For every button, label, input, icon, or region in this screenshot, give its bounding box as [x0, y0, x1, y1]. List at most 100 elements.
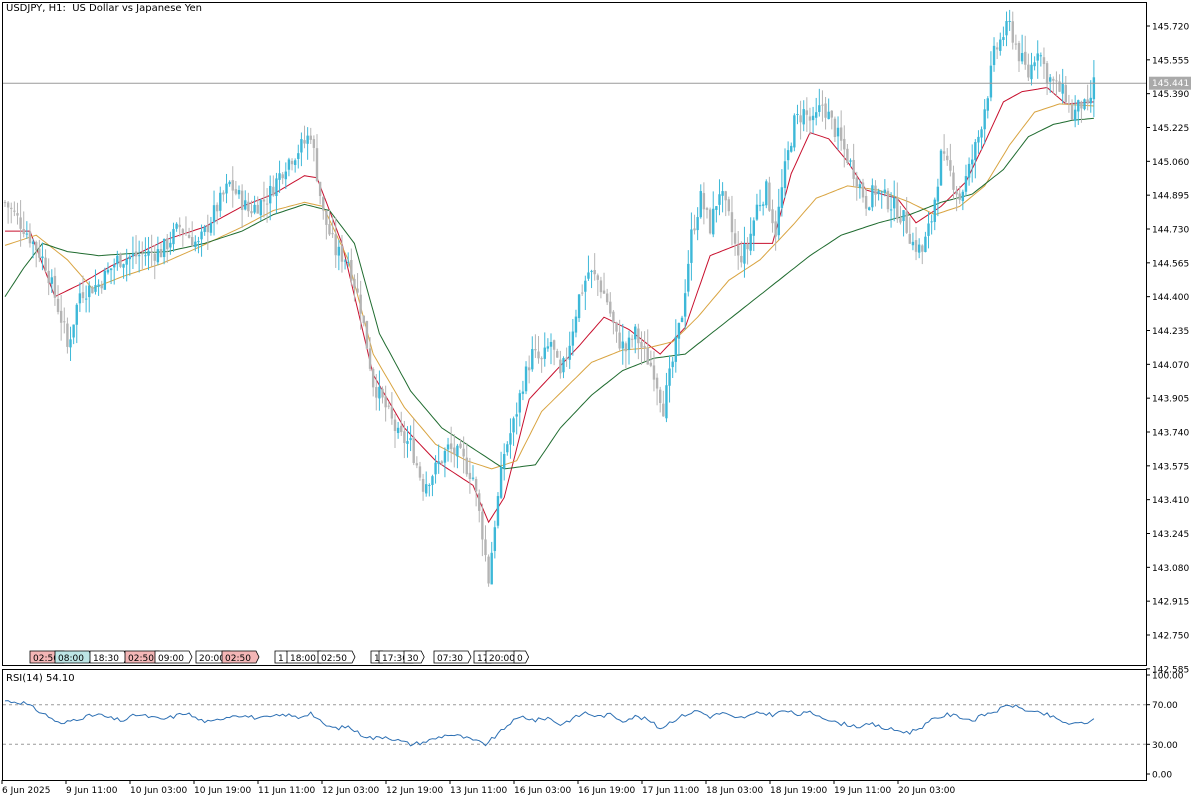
candle-body: [297, 153, 300, 159]
event-markers[interactable]: 02:50 08:00 18:30 02:50 09:00 20:00 02:50 1 18:0…: [29, 650, 530, 664]
candle-body: [1027, 64, 1030, 78]
time-axis: 6 Jun 2025 9 Jun 11:00 10 Jun 03:00 10 Jun …: [1, 780, 955, 796]
candle-body: [914, 240, 918, 252]
candle-body: [396, 427, 400, 434]
candle-body: [231, 180, 234, 191]
candle-body: [184, 232, 188, 234]
candle-body: [755, 204, 759, 220]
candle-body: [902, 210, 905, 222]
candle-body: [1030, 64, 1033, 80]
candle-body: [387, 405, 390, 407]
candle-body: [128, 256, 131, 260]
candle-body: [75, 304, 78, 325]
candle-body: [66, 323, 69, 347]
candle-body: [35, 242, 38, 251]
candle-body: [293, 160, 297, 165]
candle-body: [325, 210, 328, 225]
candle-body: [967, 163, 971, 178]
candle-body: [1083, 99, 1086, 110]
event-marker-label: 09:00: [158, 654, 184, 664]
event-marker[interactable]: 08:00: [54, 650, 93, 664]
candle-body: [328, 224, 331, 235]
event-marker[interactable]: 0: [513, 650, 530, 664]
candle-body: [303, 140, 306, 144]
event-marker[interactable]: 02:50: [221, 650, 260, 664]
candle-body: [655, 377, 659, 389]
main-pane[interactable]: [2, 2, 1147, 666]
candle-body: [484, 539, 487, 556]
event-marker-label: 18:00: [290, 654, 316, 664]
candle-body: [1036, 53, 1039, 61]
candle-body: [568, 345, 571, 360]
candle-body: [53, 275, 57, 298]
candle-body: [537, 351, 540, 359]
rsi-pane[interactable]: [2, 669, 1147, 781]
candle-body: [634, 326, 637, 340]
candle-body: [31, 241, 35, 244]
candle-body: [521, 391, 525, 394]
candle-body: [534, 349, 537, 351]
candle-body: [843, 138, 846, 150]
candle-body: [659, 389, 662, 404]
event-marker[interactable]: 30: [403, 650, 425, 664]
candle-body: [169, 242, 172, 248]
price-tick-label: 145.225: [1152, 124, 1189, 134]
candle-body: [381, 388, 384, 398]
candle-body: [556, 351, 559, 358]
candle-body: [1049, 77, 1052, 82]
candle-body: [1067, 103, 1071, 105]
candle-body: [543, 347, 546, 359]
candle-body: [468, 472, 472, 480]
candle-body: [203, 226, 206, 232]
candle-body: [590, 270, 593, 272]
event-marker[interactable]: 18:30: [89, 650, 128, 664]
price-tick-label: 145.720: [1152, 23, 1189, 33]
candle-body: [250, 211, 253, 214]
candle-body: [44, 257, 47, 271]
candle-body: [368, 348, 372, 369]
candle-body: [652, 365, 656, 380]
candle-body: [877, 190, 880, 195]
candle-body: [434, 462, 437, 475]
price-tick-label: 145.390: [1152, 90, 1189, 100]
candle-body: [630, 338, 634, 340]
candle-body: [886, 190, 890, 210]
candle-body: [952, 172, 955, 190]
candle-body: [1064, 85, 1067, 103]
candle-body: [503, 453, 506, 469]
candle-body: [91, 287, 94, 294]
candle-body: [353, 278, 356, 289]
candle-body: [315, 148, 319, 181]
candle-body: [687, 263, 690, 292]
candle-body: [509, 433, 512, 445]
candle-body: [930, 221, 933, 223]
event-marker[interactable]: 02:50: [317, 650, 356, 664]
price-tick-label: 144.070: [1152, 361, 1189, 371]
candle-body: [858, 184, 862, 189]
candle-body: [911, 241, 915, 246]
candle-body: [309, 135, 312, 140]
candle-body: [674, 336, 677, 362]
candle-body: [290, 160, 294, 165]
candle-body: [116, 255, 119, 265]
candle-body: [562, 358, 565, 373]
candle-body: [839, 127, 843, 141]
candle-body: [6, 202, 10, 208]
candle-body: [855, 177, 858, 187]
candle-body: [212, 205, 216, 223]
chart-stage[interactable]: 02:50 08:00 18:30 02:50 09:00 20:00 02:50 1 18:0…: [0, 0, 1200, 800]
candle-body: [746, 243, 749, 250]
candle-body: [836, 127, 840, 137]
candle-body: [627, 337, 631, 350]
candle-body: [113, 264, 116, 268]
time-tick-label: 17 Jun 11:00: [642, 786, 699, 796]
candle-body: [849, 160, 852, 162]
candle-body: [796, 114, 799, 116]
event-marker[interactable]: 07:30: [433, 650, 472, 664]
candle-body: [28, 231, 32, 244]
candle-body: [621, 341, 624, 349]
candle-body: [852, 159, 855, 179]
candle-body: [549, 341, 553, 347]
candle-body: [665, 385, 668, 419]
event-marker[interactable]: 09:00: [154, 650, 193, 664]
